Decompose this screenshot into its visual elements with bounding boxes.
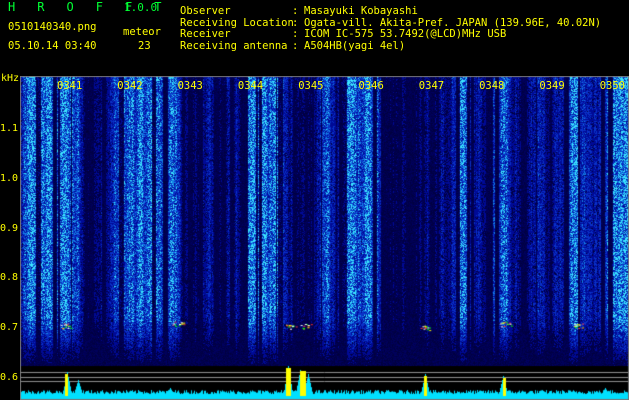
- frequency-unit-label: kHz: [1, 73, 20, 84]
- meteor-label: meteor: [123, 26, 161, 38]
- time-tick-label: 0344: [237, 80, 264, 92]
- observer-value: Masayuki Kobayashi: [304, 5, 418, 17]
- receiver-value: ICOM IC-575 53.7492(@LCD)MHz USB: [304, 28, 507, 40]
- meteor-count: 23: [138, 40, 151, 52]
- time-tick-label: 0349: [539, 80, 565, 92]
- observation-datetime: 05.10.14 03:40: [8, 40, 97, 52]
- receiver-colon: :: [292, 28, 299, 40]
- time-tick-label: 0341: [57, 80, 83, 92]
- frequency-tick-label: 1.0: [0, 173, 19, 184]
- time-tick-label: 0342: [117, 80, 143, 92]
- frequency-tick-label: 0.9: [0, 223, 19, 234]
- observer-colon: :: [292, 5, 299, 17]
- time-tick-label: 0345: [298, 80, 324, 92]
- time-tick-label: 0350: [599, 80, 625, 92]
- antenna-value: A504HB(yagi 4el): [304, 39, 406, 52]
- location-label: Receiving Location: [180, 16, 294, 29]
- time-tick-label: 0347: [418, 80, 445, 92]
- observer-label: Observer: [180, 5, 231, 17]
- location-colon: :: [292, 16, 299, 29]
- spectrogram-canvas: [20, 76, 629, 400]
- time-tick-label: 0346: [358, 80, 384, 92]
- time-tick-label: 0348: [479, 80, 505, 92]
- frequency-tick-label: 0.7: [0, 322, 19, 333]
- app-version: 1.0.0: [124, 1, 158, 14]
- image-filename: 0510140340.png: [8, 21, 97, 33]
- antenna-label: Receiving antenna: [180, 39, 288, 52]
- receiver-label: Receiver: [180, 28, 231, 40]
- frequency-tick-label: 1.1: [0, 123, 19, 134]
- antenna-colon: :: [292, 39, 299, 52]
- frequency-tick-label: 0.6: [0, 372, 19, 383]
- location-value: Ogata-vill. Akita-Pref. JAPAN (139.96E, …: [304, 16, 602, 29]
- time-tick-label: 0343: [177, 80, 203, 92]
- frequency-tick-label: 0.8: [0, 272, 19, 283]
